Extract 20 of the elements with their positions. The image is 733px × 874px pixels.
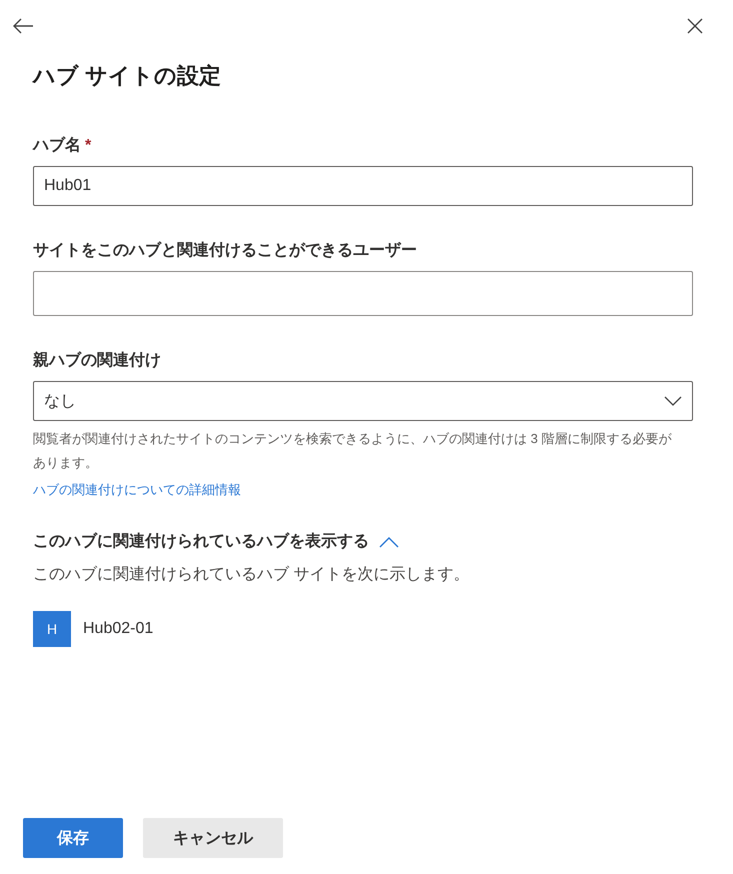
cancel-button[interactable]: キャンセル [143,818,283,858]
field-label: ハブ名 [33,135,81,156]
dropdown-field[interactable]: なし [33,381,693,421]
panel-title: ハブ サイトの設定 [33,62,222,90]
field-label: サイトをこのハブと関連付けることができるユーザー [33,240,417,261]
input-field[interactable] [33,271,693,316]
input-field[interactable]: Hub01 [33,166,693,206]
chevron-down-icon [664,396,682,406]
close-icon[interactable] [687,18,703,34]
section-description: このハブに関連付けられているハブ サイトを次に示します。 [33,564,470,585]
section-heading: このハブに関連付けられているハブを表示する [33,531,369,552]
chevron-icon[interactable] [379,536,399,548]
hub-avatar: H [33,611,71,647]
back-arrow-icon[interactable] [12,18,34,34]
save-button[interactable]: 保存 [23,818,123,858]
field-label: 親ハブの関連付け [33,350,161,371]
hub-name: Hub02-01 [83,620,154,638]
details-link[interactable]: ハブの関連付けについての詳細情報 [33,481,241,499]
required-mark: * [85,137,92,155]
help-text: 閲覧者が関連付けされたサイトのコンテンツを検索できるように、ハブの関連付けは 3 階層に制限する必要があります。 [33,430,672,472]
